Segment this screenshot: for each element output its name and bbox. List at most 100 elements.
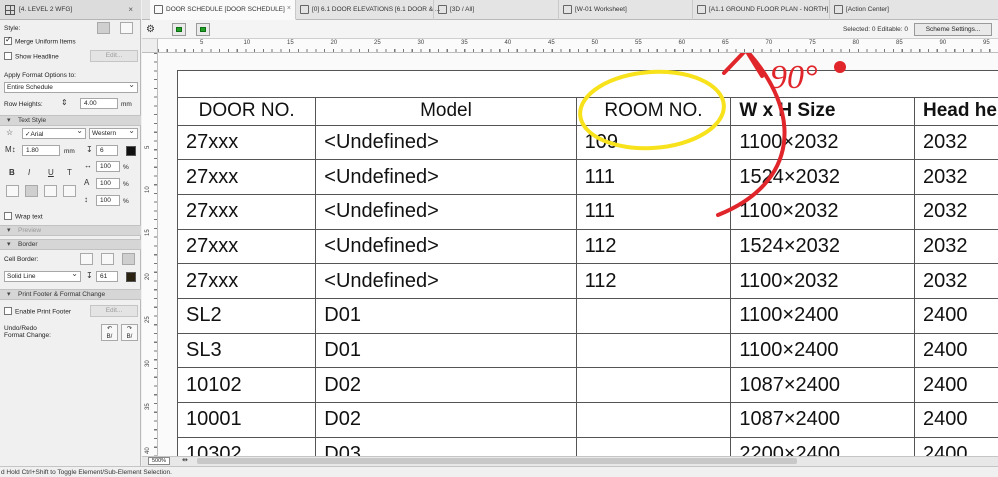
row-heights-input[interactable]: 4.00 <box>80 98 118 109</box>
border-pen-input[interactable]: 61 <box>96 271 118 282</box>
scrollbar-thumb[interactable] <box>197 458 797 464</box>
wrap-text-checkbox[interactable]: Wrap text <box>4 212 43 221</box>
fit-width-icon[interactable]: ⇹ <box>182 457 194 465</box>
checkbox-icon <box>4 52 12 60</box>
undo-glyph: B/ <box>106 334 113 340</box>
ruler-corner <box>142 39 158 53</box>
line-spacing-input[interactable]: 100 <box>96 195 120 206</box>
close-icon[interactable]: × <box>128 5 133 14</box>
panel-tab[interactable]: [4. LEVEL 2 WFG] × <box>0 0 141 20</box>
enable-print-footer-checkbox[interactable]: Enable Print Footer <box>4 307 72 316</box>
tab-worksheet[interactable]: [W-01 Worksheet] <box>559 0 693 20</box>
preview-section[interactable]: Preview <box>0 225 141 236</box>
ruler-number: 45 <box>548 40 555 46</box>
ruler-number: 25 <box>374 40 381 46</box>
style-label: Style: <box>4 25 21 32</box>
row-heights-label: Row Heights: <box>4 101 43 108</box>
select-subelement-button[interactable] <box>196 23 210 36</box>
tab-action-center[interactable]: [Action Center] <box>830 0 998 20</box>
row-height-icon: ⇕ <box>61 98 68 107</box>
ruler-number: 60 <box>678 40 686 46</box>
schedule-icon <box>154 5 163 14</box>
view-tab-bar: DOOR SCHEDULE [DOOR SCHEDULE] × [0] 6.1 D… <box>142 0 998 20</box>
markup-overlay: 90° <box>578 53 846 217</box>
pct-unit-1: % <box>123 164 129 171</box>
redo-glyph: B/ <box>126 334 133 340</box>
schedule-canvas[interactable]: DOOR NO. Model ROOM NO. W x H Size Head … <box>158 53 998 456</box>
ruler-number: 20 <box>330 40 338 46</box>
merge-uniform-items-label: Merge Uniform Items <box>15 38 76 46</box>
strikethrough-button[interactable]: T <box>67 168 72 177</box>
align-right-icon[interactable] <box>44 185 57 197</box>
tab-door-schedule[interactable]: DOOR SCHEDULE [DOOR SCHEDULE] × <box>150 0 296 20</box>
tab-label: [3D / All] <box>450 6 475 13</box>
scheme-settings-button[interactable]: Scheme Settings... <box>914 23 992 36</box>
text-style-section[interactable]: Text Style <box>0 115 141 126</box>
undo-redo-label: Undo/Redo <box>4 325 37 332</box>
ruler-number: 5 <box>200 40 204 46</box>
apply-format-label: Apply Format Options to: <box>4 72 76 79</box>
font-select[interactable]: ✓Arial <box>22 126 86 139</box>
pct-unit-2: % <box>123 181 129 188</box>
checkbox-icon <box>4 307 12 315</box>
gear-icon[interactable]: ⚙ <box>146 24 155 35</box>
wrap-text-label: Wrap text <box>15 213 43 221</box>
width-factor-icon: ↔ <box>84 161 92 170</box>
close-icon[interactable]: × <box>287 5 291 12</box>
width-factor-input[interactable]: 100 <box>96 161 120 172</box>
merge-uniform-items-checkbox[interactable]: Merge Uniform Items <box>4 35 76 46</box>
line-type-select[interactable]: Solid Line <box>4 269 81 282</box>
text-size-icon: M↕ <box>5 145 16 154</box>
zoom-level[interactable]: 500% <box>148 457 170 465</box>
char-spacing-input[interactable]: 100 <box>96 178 120 189</box>
format-redo-button[interactable]: ↷ B/ <box>121 324 138 341</box>
line-spacing-icon: ↕ <box>84 195 88 204</box>
show-headline-checkbox[interactable]: Show Headline <box>4 52 59 61</box>
panel-tab-title: [4. LEVEL 2 WFG] <box>19 6 73 13</box>
ruler-number: 90 <box>939 40 947 46</box>
show-headline-label: Show Headline <box>15 53 59 61</box>
border-color-swatch[interactable] <box>126 272 136 282</box>
italic-button[interactable]: I <box>28 168 30 177</box>
subelement-icon <box>200 27 206 32</box>
tab-door-elevations[interactable]: [0] 6.1 DOOR ELEVATIONS [6.1 DOOR & ... <box>296 0 440 20</box>
underline-button[interactable]: U <box>48 168 54 177</box>
yellow-circle-markup <box>578 69 726 151</box>
tab-ground-floor-plan[interactable]: [A1.1 GROUND FLOOR PLAN - NORTH] <box>693 0 830 20</box>
ruler-number: 35 <box>461 40 468 46</box>
favorites-icon[interactable]: ☆ <box>6 128 13 137</box>
select-element-button[interactable] <box>172 23 186 36</box>
ruler-number: 30 <box>417 40 425 46</box>
align-center-icon[interactable] <box>25 185 38 197</box>
text-size-unit: mm <box>64 148 75 155</box>
bold-button[interactable]: B <box>9 168 15 177</box>
apply-format-select[interactable]: Entire Schedule <box>4 80 138 93</box>
ruler-number: 10 <box>145 185 151 193</box>
ruler-number: 70 <box>765 40 773 46</box>
ruler-number: 35 <box>145 403 151 410</box>
status-bar: d Hold Ctrl+Shift to Toggle Element/Sub-… <box>0 466 998 477</box>
text-pen-input[interactable]: 6 <box>96 145 118 156</box>
pen-icon: ↧ <box>86 271 93 280</box>
style-list-icon[interactable] <box>120 22 133 34</box>
style-table-icon[interactable] <box>97 22 110 34</box>
border-all-icon[interactable] <box>122 253 135 265</box>
print-footer-section[interactable]: Print Footer & Format Change <box>0 289 141 300</box>
text-size-input[interactable]: 1.80 <box>22 145 60 156</box>
headline-edit-button[interactable]: Edit... <box>90 50 138 62</box>
enable-print-footer-label: Enable Print Footer <box>15 308 72 316</box>
script-select[interactable]: Western <box>89 126 138 139</box>
format-undo-button[interactable]: ↶ B/ <box>101 324 118 341</box>
text-color-swatch[interactable] <box>126 146 136 156</box>
border-none-icon[interactable] <box>80 253 93 265</box>
align-justify-icon[interactable] <box>63 185 76 197</box>
align-left-icon[interactable] <box>6 185 19 197</box>
elevation-icon <box>300 5 309 14</box>
ruler-number: 95 <box>983 40 990 46</box>
footer-edit-button[interactable]: Edit... <box>90 305 138 317</box>
border-section[interactable]: Border <box>0 239 141 250</box>
tab-3d-all[interactable]: [3D / All] <box>434 0 559 20</box>
pct-unit-3: % <box>123 198 129 205</box>
grid-icon <box>5 5 15 15</box>
border-outer-icon[interactable] <box>101 253 114 265</box>
